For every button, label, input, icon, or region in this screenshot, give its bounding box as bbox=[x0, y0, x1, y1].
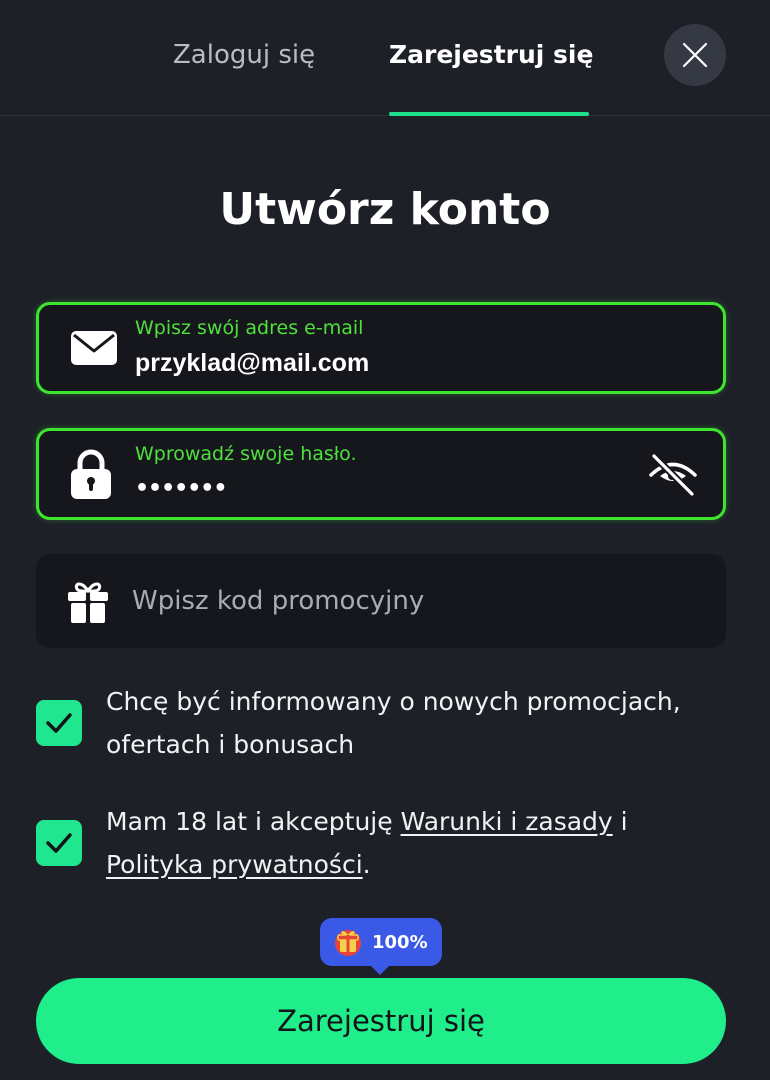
terms-prefix: Mam 18 lat i akceptuję bbox=[106, 807, 401, 836]
newsletter-checkbox[interactable] bbox=[36, 700, 82, 746]
lock-icon bbox=[71, 449, 111, 499]
password-input[interactable]: ••••••• bbox=[135, 475, 227, 503]
close-icon bbox=[682, 42, 708, 68]
register-submit-button[interactable]: Zarejestruj się bbox=[36, 978, 726, 1064]
email-label: Wpisz swój adres e-mail bbox=[135, 317, 364, 339]
active-tab-indicator bbox=[389, 112, 589, 116]
password-field[interactable]: Wprowadź swoje hasło. ••••••• bbox=[36, 428, 726, 520]
tab-register[interactable]: Zarejestruj się bbox=[389, 38, 593, 72]
checkmark-icon bbox=[46, 713, 72, 733]
promo-code-input[interactable]: Wpisz kod promocyjny bbox=[132, 584, 424, 618]
gift-box-icon bbox=[335, 930, 361, 956]
privacy-policy-link[interactable]: Polityka prywatności bbox=[106, 850, 363, 879]
toggle-password-visibility-button[interactable] bbox=[645, 449, 701, 501]
registration-modal: Zaloguj się Zarejestruj się Utwórz konto… bbox=[0, 0, 770, 1080]
envelope-icon bbox=[71, 331, 117, 365]
terms-text: Mam 18 lat i akceptuję Warunki i zasady … bbox=[106, 800, 726, 886]
bonus-badge: 100% bbox=[320, 918, 442, 975]
close-button[interactable] bbox=[664, 24, 726, 86]
email-input[interactable]: przyklad@mail.com bbox=[135, 347, 369, 379]
page-title: Utwórz konto bbox=[219, 184, 551, 235]
terms-middle: i bbox=[612, 807, 628, 836]
bonus-percent: 100% bbox=[372, 931, 428, 953]
email-field[interactable]: Wpisz swój adres e-mail przyklad@mail.co… bbox=[36, 302, 726, 394]
promo-code-field[interactable]: Wpisz kod promocyjny bbox=[36, 554, 726, 648]
tab-login[interactable]: Zaloguj się bbox=[173, 38, 315, 72]
terms-suffix: . bbox=[362, 850, 371, 879]
terms-checkbox[interactable] bbox=[36, 820, 82, 866]
eye-off-icon bbox=[649, 452, 697, 498]
newsletter-text: Chcę być informowany o nowych promocjach… bbox=[106, 687, 681, 759]
password-label: Wprowadź swoje hasło. bbox=[135, 443, 357, 465]
terms-link[interactable]: Warunki i zasady bbox=[401, 807, 613, 836]
gift-icon bbox=[68, 579, 108, 623]
checkmark-icon bbox=[46, 833, 72, 853]
auth-tabs: Zaloguj się Zarejestruj się bbox=[0, 0, 770, 116]
